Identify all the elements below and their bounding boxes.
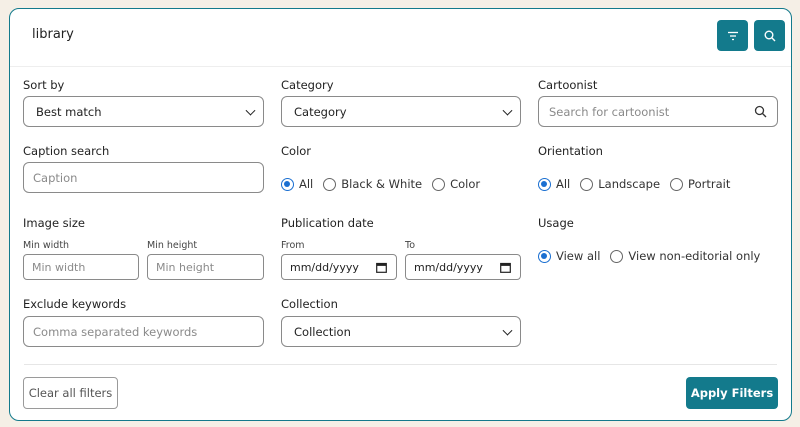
min-height-placeholder: Min height xyxy=(156,260,215,274)
to-date-input[interactable]: mm/dd/yyyy xyxy=(405,254,521,280)
caption-input[interactable]: Caption xyxy=(23,162,264,193)
search-bar: library xyxy=(10,9,791,67)
min-width-label: Min width xyxy=(23,240,70,251)
usage-option-label: View non-editorial only xyxy=(628,249,761,263)
orientation-option-label: All xyxy=(556,177,571,191)
image-size-label: Image size xyxy=(23,216,85,230)
min-width-input[interactable]: Min width xyxy=(23,254,139,280)
color-option-label: All xyxy=(299,177,314,191)
to-date-label: To xyxy=(405,240,416,251)
cartoonist-placeholder: Search for cartoonist xyxy=(549,104,670,119)
orientation-option-label: Landscape xyxy=(598,177,661,191)
min-width-placeholder: Min width xyxy=(32,260,86,274)
color-option-label: Black & White xyxy=(341,177,423,191)
usage-radio-group: View all View non-editorial only xyxy=(538,249,770,263)
from-date-input[interactable]: mm/dd/yyyy xyxy=(281,254,397,280)
caption-search-label: Caption search xyxy=(23,144,110,158)
collection-label: Collection xyxy=(281,297,338,311)
radio-icon xyxy=(323,177,337,191)
exclude-keywords-placeholder: Comma separated keywords xyxy=(33,324,198,339)
radio-selected-icon xyxy=(538,249,551,263)
exclude-keywords-label: Exclude keywords xyxy=(23,297,127,311)
sort-by-label: Sort by xyxy=(23,78,65,92)
color-option-color[interactable]: Color xyxy=(432,177,480,191)
chevron-down-icon xyxy=(245,105,256,116)
caption-placeholder: Caption xyxy=(33,170,78,185)
radio-icon xyxy=(610,249,624,263)
usage-option-view-all[interactable]: View all xyxy=(538,249,600,263)
publication-date-label: Publication date xyxy=(281,216,374,230)
color-option-black-white[interactable]: Black & White xyxy=(323,177,422,191)
orientation-option-portrait[interactable]: Portrait xyxy=(670,177,730,191)
calendar-icon xyxy=(500,262,511,273)
radio-selected-icon xyxy=(538,177,551,191)
calendar-icon xyxy=(376,262,387,273)
category-select[interactable]: Category xyxy=(281,96,521,127)
min-height-input[interactable]: Min height xyxy=(147,254,264,280)
from-date-value: mm/dd/yyyy xyxy=(290,260,359,274)
orientation-option-all[interactable]: All xyxy=(538,177,570,191)
min-height-label: Min height xyxy=(147,240,198,251)
filter-icon xyxy=(727,31,738,40)
filter-toggle-button[interactable] xyxy=(717,20,748,51)
category-value: Category xyxy=(294,104,347,119)
radio-icon xyxy=(432,177,446,191)
search-icon xyxy=(754,105,767,118)
sort-by-value: Best match xyxy=(36,104,102,119)
color-option-label: Color xyxy=(450,177,481,191)
search-icon xyxy=(764,30,775,41)
color-option-all[interactable]: All xyxy=(281,177,313,191)
orientation-label: Orientation xyxy=(538,144,603,158)
cartoonist-search-input[interactable]: Search for cartoonist xyxy=(538,96,778,127)
sort-by-select[interactable]: Best match xyxy=(23,96,264,127)
from-date-label: From xyxy=(281,240,305,251)
radio-selected-icon xyxy=(281,177,294,191)
to-date-value: mm/dd/yyyy xyxy=(414,260,483,274)
chevron-down-icon xyxy=(502,105,513,116)
radio-icon xyxy=(580,177,594,191)
orientation-option-label: Portrait xyxy=(688,177,731,191)
color-radio-group: All Black & White Color xyxy=(281,177,490,191)
filter-panel: library Sort by Best match Caption searc… xyxy=(9,8,792,421)
color-label: Color xyxy=(281,144,312,158)
clear-filters-button[interactable]: Clear all filters xyxy=(23,377,118,409)
radio-icon xyxy=(670,177,684,191)
chevron-down-icon xyxy=(502,325,513,336)
search-query[interactable]: library xyxy=(32,27,74,42)
usage-option-non-editorial[interactable]: View non-editorial only xyxy=(610,249,760,263)
collection-select[interactable]: Collection xyxy=(281,316,521,347)
search-button[interactable] xyxy=(754,20,785,51)
usage-label: Usage xyxy=(538,216,574,230)
collection-value: Collection xyxy=(294,324,351,339)
orientation-radio-group: All Landscape Portrait xyxy=(538,177,740,191)
orientation-option-landscape[interactable]: Landscape xyxy=(580,177,660,191)
apply-filters-button[interactable]: Apply Filters xyxy=(686,377,778,409)
footer-divider xyxy=(24,364,777,365)
category-label: Category xyxy=(281,78,334,92)
cartoonist-label: Cartoonist xyxy=(538,78,598,92)
usage-option-label: View all xyxy=(556,249,601,263)
exclude-keywords-input[interactable]: Comma separated keywords xyxy=(23,316,264,347)
